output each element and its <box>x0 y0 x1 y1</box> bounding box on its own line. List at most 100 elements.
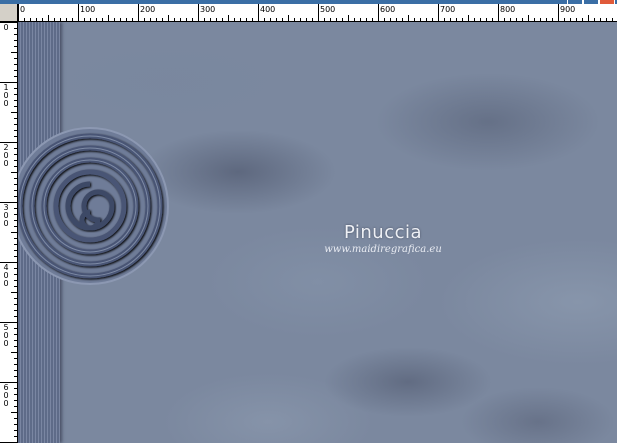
ruler-tick <box>342 18 343 21</box>
ruler-tick <box>402 18 403 21</box>
ruler-tick <box>42 18 43 21</box>
ruler-tick <box>14 226 17 227</box>
ruler-label: 300 <box>200 5 216 14</box>
ruler-tick <box>14 148 17 149</box>
ruler-tick <box>14 220 17 221</box>
ruler-tick <box>492 18 493 21</box>
ruler-tick <box>570 18 571 21</box>
ruler-tick <box>360 18 361 21</box>
ruler-tick <box>348 15 349 21</box>
ruler-tick <box>498 4 499 21</box>
ruler-tick <box>14 130 17 131</box>
ruler-tick <box>390 18 391 21</box>
ruler-tick <box>14 274 17 275</box>
ruler-tick <box>14 196 17 197</box>
ruler-tick <box>14 106 17 107</box>
ruler-tick <box>180 18 181 21</box>
ruler-tick <box>18 4 19 21</box>
ruler-tick <box>288 15 289 21</box>
ruler-tick <box>474 18 475 21</box>
ruler-tick <box>162 18 163 21</box>
ruler-tick <box>14 358 17 359</box>
ruler-tick <box>174 18 175 21</box>
horizontal-ruler[interactable]: 0 100 200 300 400 500 600 700 800 900 <box>18 4 617 22</box>
ruler-tick <box>522 18 523 21</box>
ruler-label: 200 <box>140 5 156 14</box>
ruler-tick <box>11 172 17 173</box>
ruler-tick <box>240 18 241 21</box>
ruler-tick <box>11 292 17 293</box>
image-canvas[interactable]: Pinuccia www.maidiregrafica.eu <box>18 22 617 443</box>
ruler-tick <box>14 280 17 281</box>
ruler-label: 400 <box>260 5 276 14</box>
ruler-tick <box>11 232 17 233</box>
ruler-tick <box>450 18 451 21</box>
ruler-tick <box>462 18 463 21</box>
ruler-tick <box>198 4 199 21</box>
ruler-tick <box>14 424 17 425</box>
ruler-tick <box>354 18 355 21</box>
ruler-tick <box>438 4 439 21</box>
ruler-tick <box>516 18 517 21</box>
ruler-tick <box>312 18 313 21</box>
ruler-tick <box>14 346 17 347</box>
ruler-tick <box>228 15 229 21</box>
ruler-tick <box>564 18 565 21</box>
ruler-tick <box>14 256 17 257</box>
ruler-tick <box>396 18 397 21</box>
ruler-tick <box>84 18 85 21</box>
ruler-tick <box>528 15 529 21</box>
ruler-tick <box>14 40 17 41</box>
ruler-tick <box>588 15 589 21</box>
ruler-tick <box>14 124 17 125</box>
ruler-tick <box>72 18 73 21</box>
spiral-ornament <box>18 127 169 285</box>
ruler-tick <box>90 18 91 21</box>
ruler-tick <box>14 136 17 137</box>
ruler-tick <box>456 18 457 21</box>
ruler-tick <box>14 340 17 341</box>
ruler-tick <box>582 18 583 21</box>
ruler-tick <box>144 18 145 21</box>
ruler-tick <box>14 328 17 329</box>
ruler-label: 100 <box>3 83 9 108</box>
ruler-tick <box>294 18 295 21</box>
ruler-tick <box>14 370 17 371</box>
ruler-tick <box>426 18 427 21</box>
ruler-tick <box>444 18 445 21</box>
ruler-tick <box>504 18 505 21</box>
ruler-tick <box>546 18 547 21</box>
ruler-tick <box>14 418 17 419</box>
ruler-tick <box>120 18 121 21</box>
ruler-tick <box>11 112 17 113</box>
ruler-tick <box>14 400 17 401</box>
ruler-tick <box>78 4 79 21</box>
ruler-tick <box>432 18 433 21</box>
ruler-tick <box>276 18 277 21</box>
ruler-tick <box>14 208 17 209</box>
ruler-tick <box>14 70 17 71</box>
ruler-tick <box>108 15 109 21</box>
ruler-tick <box>14 88 17 89</box>
vertical-ruler[interactable]: 0 100 200 300 400 500 600 <box>0 22 18 443</box>
ruler-tick <box>306 18 307 21</box>
ruler-tick <box>14 238 17 239</box>
ruler-label: 200 <box>3 143 9 168</box>
ruler-label: 400 <box>3 263 9 288</box>
ruler-tick <box>126 18 127 21</box>
ruler-tick <box>14 286 17 287</box>
ruler-tick <box>14 304 17 305</box>
ruler-tick <box>96 18 97 21</box>
ruler-tick <box>14 46 17 47</box>
ruler-tick <box>14 34 17 35</box>
ruler-tick <box>14 316 17 317</box>
ruler-tick <box>468 15 469 21</box>
ruler-tick <box>384 18 385 21</box>
ruler-tick <box>168 15 169 21</box>
ruler-tick <box>14 76 17 77</box>
ruler-tick <box>14 430 17 431</box>
ruler-tick <box>14 118 17 119</box>
ruler-label: 900 <box>560 5 576 14</box>
ruler-tick <box>14 58 17 59</box>
ruler-tick <box>11 412 17 413</box>
